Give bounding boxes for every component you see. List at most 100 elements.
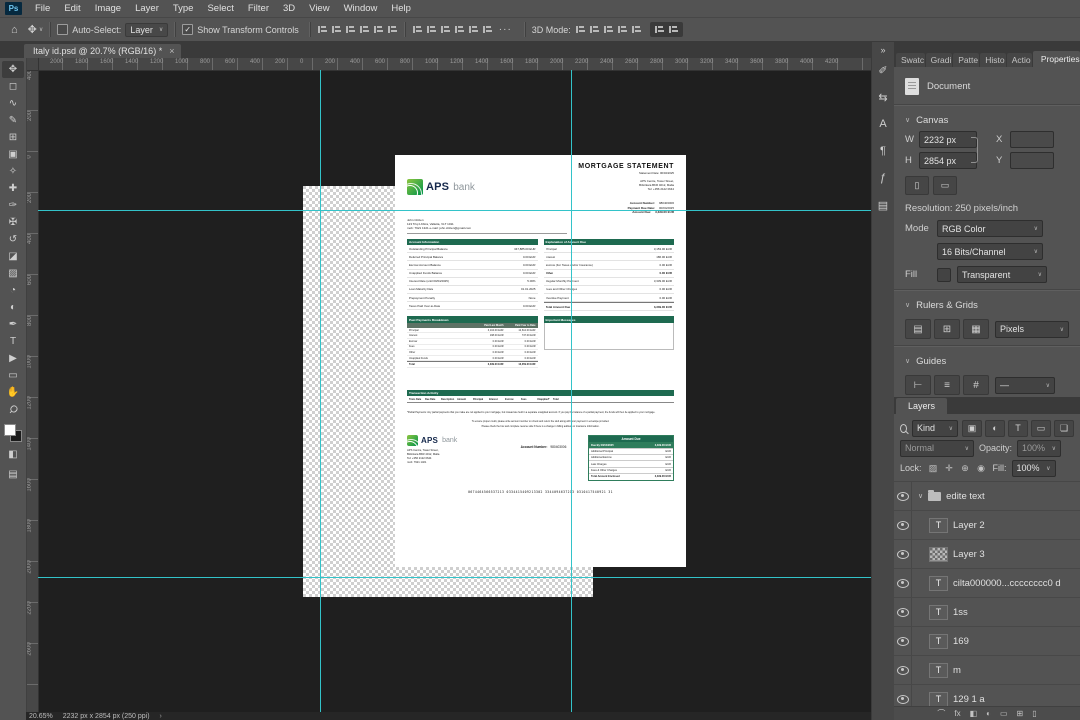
type-tool[interactable]: T: [2, 333, 24, 350]
menu-item[interactable]: Window: [337, 1, 385, 16]
layer-mask-icon[interactable]: ◧: [970, 709, 978, 718]
x-field[interactable]: [1010, 131, 1054, 148]
clone-stamp-tool[interactable]: ✠: [2, 214, 24, 231]
portrait-orientation-button[interactable]: ▯: [905, 176, 929, 195]
expand-panels-icon[interactable]: »: [880, 42, 885, 61]
layer-row[interactable]: ∨ T 169: [894, 627, 1080, 656]
menu-item[interactable]: Select: [200, 1, 240, 16]
canvas-area[interactable]: 2000 1800 1600 1400 1200 1000 800 600 400 200 0 200…: [26, 58, 872, 712]
healing-brush-tool[interactable]: ✚: [2, 180, 24, 197]
marquee-tool[interactable]: ◻: [2, 78, 24, 95]
toggle-grid-icon[interactable]: ⊞: [934, 319, 960, 339]
guide-horizontal[interactable]: [38, 210, 872, 211]
distribute-center-icon[interactable]: [467, 24, 479, 35]
quick-selection-tool[interactable]: ✎: [2, 112, 24, 129]
visibility-toggle[interactable]: [894, 511, 912, 539]
zoom-level[interactable]: 20.65%: [29, 713, 53, 720]
distribute-middle-icon[interactable]: [425, 24, 437, 35]
blur-tool[interactable]: ◔: [2, 282, 24, 299]
guide-vertical[interactable]: [320, 70, 321, 712]
menu-item[interactable]: Layer: [128, 1, 166, 16]
visibility-toggle[interactable]: [894, 482, 912, 510]
menu-item[interactable]: File: [28, 1, 57, 16]
gradient-tool[interactable]: ▨: [2, 265, 24, 282]
brush-settings-icon[interactable]: ✐: [874, 61, 892, 79]
menu-item[interactable]: Help: [384, 1, 418, 16]
filter-smart-objects-icon[interactable]: ❏: [1054, 419, 1074, 437]
layer-row[interactable]: ∨ T m: [894, 656, 1080, 685]
fill-dropdown[interactable]: 100%: [1011, 459, 1056, 477]
fill-dropdown[interactable]: Transparent: [957, 266, 1047, 283]
guide-vertical[interactable]: [571, 70, 572, 712]
units-dropdown[interactable]: Pixels: [995, 320, 1069, 338]
ruler-corner[interactable]: [26, 58, 39, 71]
dodge-tool[interactable]: ◐: [2, 299, 24, 316]
color-swatches[interactable]: [4, 424, 22, 442]
menu-item[interactable]: Filter: [241, 1, 276, 16]
bit-depth-dropdown[interactable]: 16 Bits/Channel: [937, 243, 1043, 260]
path-selection-tool[interactable]: ▶: [2, 350, 24, 367]
hand-tool[interactable]: ✋: [2, 384, 24, 401]
brush-tool[interactable]: ✑: [2, 197, 24, 214]
vertical-ruler[interactable]: 400 200 0 200 400 600 800 1000 1200 1400 1600 1800 2…: [26, 70, 39, 712]
align-left-icon[interactable]: [316, 24, 328, 35]
layer-row[interactable]: ∨ T Layer 2: [894, 511, 1080, 540]
layer-row[interactable]: ∨ T Layer 3: [894, 540, 1080, 569]
home-icon[interactable]: ⌂: [6, 24, 23, 36]
more-options-button[interactable]: ···: [493, 24, 518, 35]
paragraph-panel-icon[interactable]: ¶: [874, 142, 892, 160]
close-tab-icon[interactable]: ×: [169, 46, 174, 56]
layer-row[interactable]: ∨ T cilta000000...cccccccc0 d: [894, 569, 1080, 598]
visibility-toggle[interactable]: [894, 569, 912, 597]
adjustments-panel-icon[interactable]: ƒ: [874, 169, 892, 187]
clear-guides-icon[interactable]: #: [963, 375, 989, 395]
height-field[interactable]: 2854 px: [919, 152, 977, 169]
lock-artboard-icon[interactable]: ⊕: [959, 462, 972, 475]
tool-preset-caret-icon[interactable]: ∨: [39, 26, 43, 33]
menu-item[interactable]: View: [302, 1, 336, 16]
foreground-color-swatch[interactable]: [4, 424, 16, 436]
distribute-left-icon[interactable]: [453, 24, 465, 35]
align-top-icon[interactable]: [358, 24, 370, 35]
frame-tool[interactable]: ▣: [2, 146, 24, 163]
lock-position-icon[interactable]: ✛: [943, 462, 956, 475]
pen-tool[interactable]: ✒: [2, 316, 24, 333]
3d-roll-icon[interactable]: [588, 24, 600, 35]
guide-style-dropdown[interactable]: —: [995, 376, 1055, 394]
history-brush-tool[interactable]: ↺: [2, 231, 24, 248]
auto-select-checkbox[interactable]: [57, 24, 69, 35]
filter-type-layers-icon[interactable]: T: [1008, 419, 1028, 437]
visibility-toggle[interactable]: [894, 627, 912, 655]
align-right-icon[interactable]: [344, 24, 356, 35]
transform-panel-icon[interactable]: ⇆: [874, 88, 892, 106]
crop-tool[interactable]: ⊞: [2, 129, 24, 146]
eyedropper-tool[interactable]: ✧: [2, 163, 24, 180]
filter-shape-layers-icon[interactable]: ▭: [1031, 419, 1051, 437]
filter-adjustment-layers-icon[interactable]: ◐: [985, 419, 1005, 437]
link-dimensions-icon[interactable]: [971, 137, 978, 163]
lock-guides-icon[interactable]: ≡: [934, 375, 960, 395]
filter-pixel-layers-icon[interactable]: ▣: [962, 419, 982, 437]
layers-tab[interactable]: Layers: [896, 398, 948, 414]
toggle-guides-icon[interactable]: ⊢: [905, 375, 931, 395]
y-field[interactable]: [1010, 152, 1054, 169]
character-panel-icon[interactable]: A: [874, 115, 892, 133]
color-mode-dropdown[interactable]: RGB Color: [937, 220, 1043, 237]
zoom-tool[interactable]: Ϙ: [2, 401, 24, 418]
shape-tool[interactable]: ▭: [2, 367, 24, 384]
capture-icon[interactable]: [667, 24, 679, 35]
blend-mode-dropdown[interactable]: Normal: [900, 439, 974, 457]
width-field[interactable]: 2232 px: [919, 131, 977, 148]
new-layer-icon[interactable]: ⊞: [1017, 709, 1024, 718]
visibility-toggle[interactable]: [894, 685, 912, 706]
visibility-toggle[interactable]: [894, 598, 912, 626]
lasso-tool[interactable]: ∿: [2, 95, 24, 112]
layer-row[interactable]: ∨ T 1ss: [894, 598, 1080, 627]
menu-item[interactable]: Type: [166, 1, 201, 16]
align-bottom-icon[interactable]: [386, 24, 398, 35]
auto-select-dropdown[interactable]: Layer: [125, 22, 169, 37]
workspace-icon[interactable]: [653, 24, 665, 35]
menu-item[interactable]: Edit: [57, 1, 87, 16]
quick-mask-icon[interactable]: ◧: [2, 446, 24, 463]
canvas-section-header[interactable]: ∨ Canvas: [905, 112, 1069, 128]
